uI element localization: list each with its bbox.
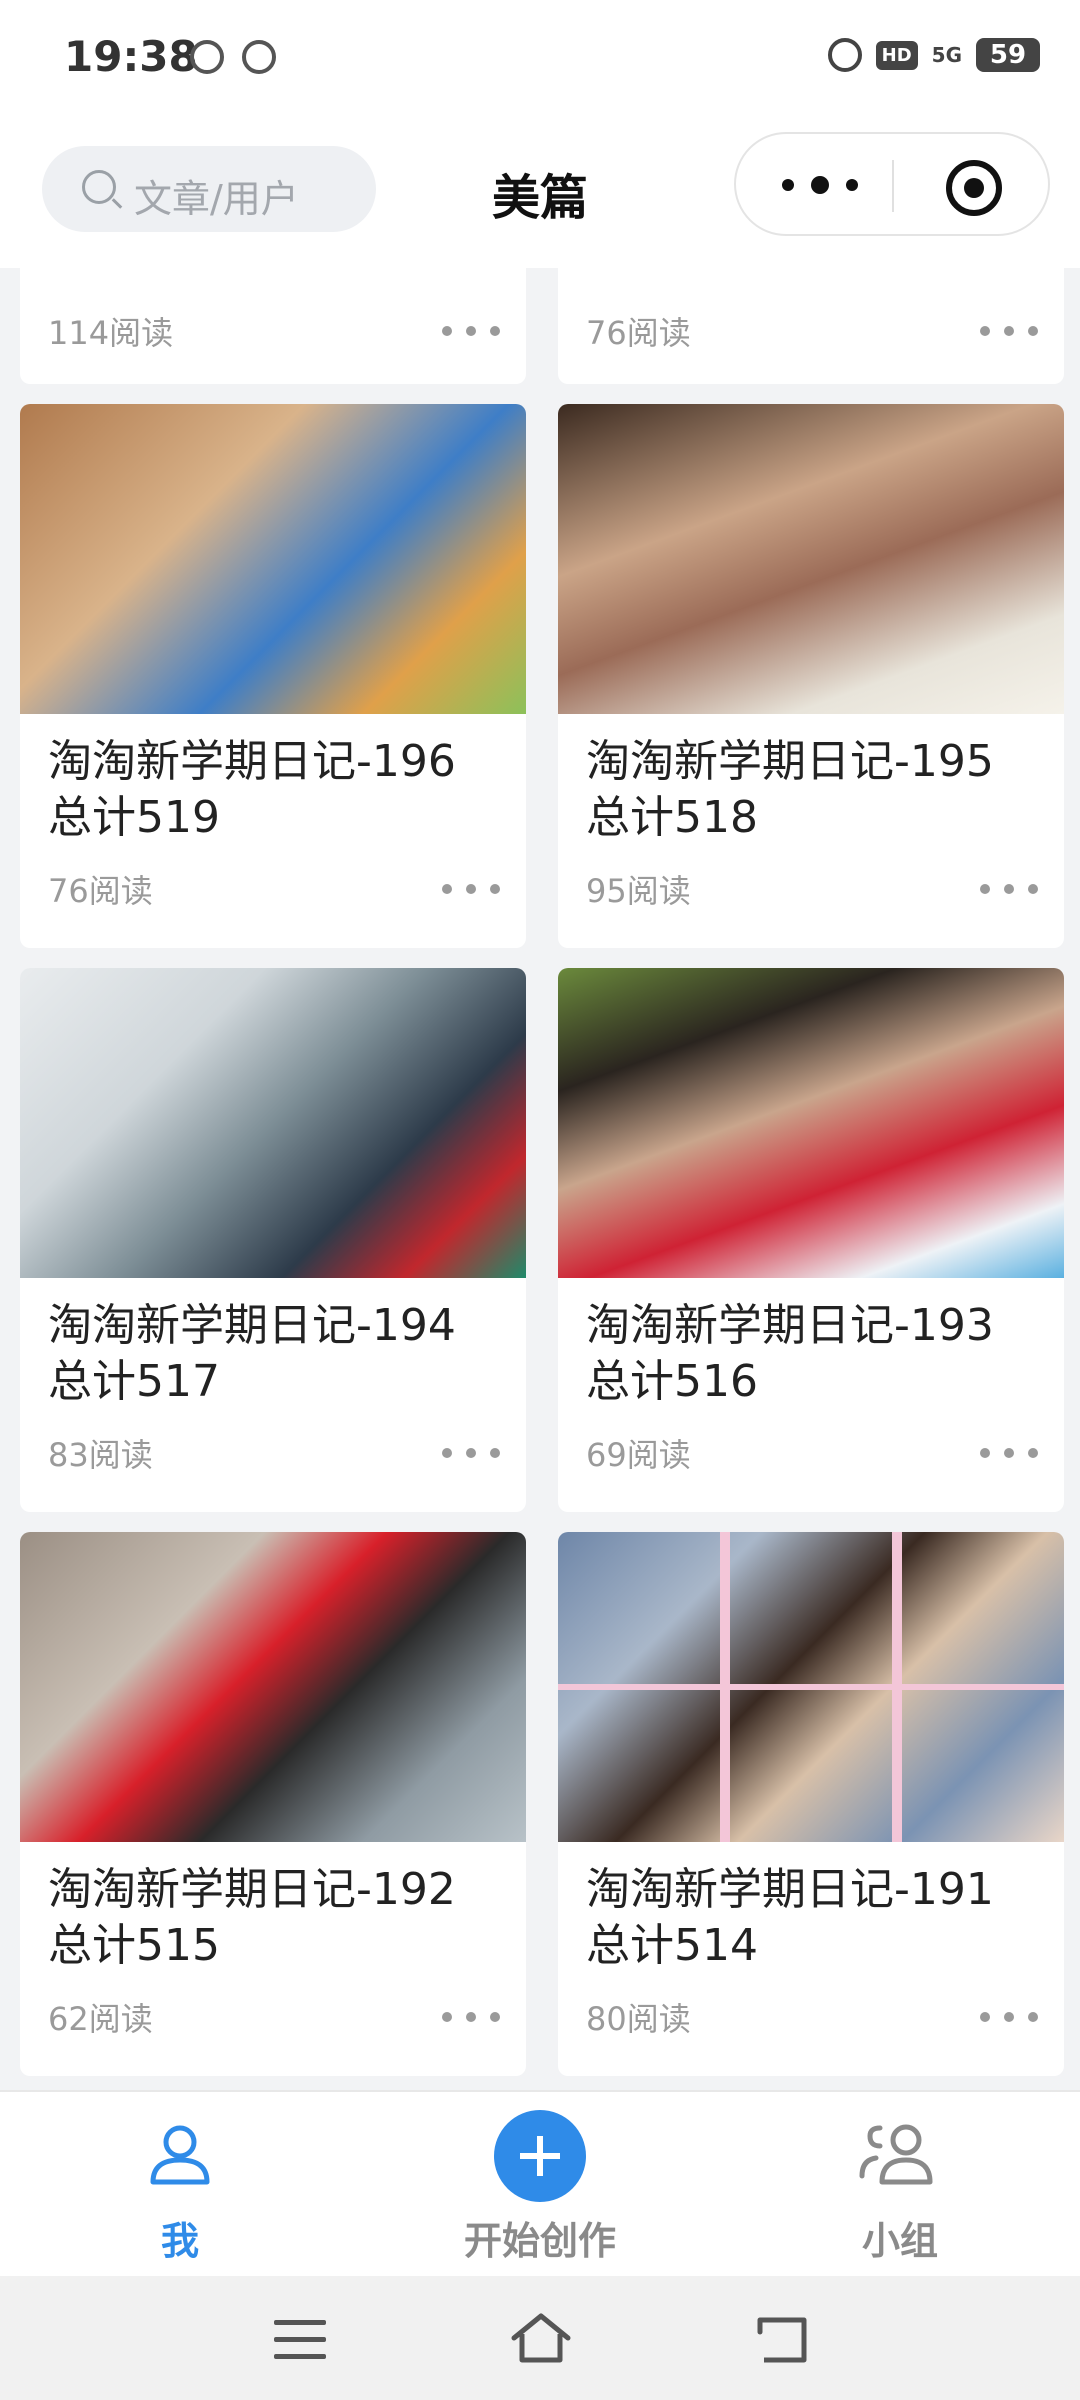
group-icon <box>859 2124 933 2185</box>
alarm-icon <box>827 38 862 72</box>
more-options-icon[interactable] <box>980 884 1038 896</box>
battery-icon: 59 <box>976 38 1040 72</box>
plus-icon <box>494 2110 586 2202</box>
read-count: 114阅读 <box>48 314 174 352</box>
article-title: 淘淘新学期日记-193 总计516 <box>586 1300 994 1407</box>
article-thumbnail <box>20 404 526 714</box>
article-title: 淘淘新学期日记-191 总计514 <box>586 1864 994 1971</box>
article-card[interactable]: 淘淘新学期日记-192 总计515 62阅读 <box>20 1532 526 2076</box>
person-icon <box>150 2125 210 2185</box>
article-title: 淘淘新学期日记-196 总计519 <box>48 736 456 843</box>
read-count: 76阅读 <box>48 872 153 910</box>
article-card[interactable]: 淘淘新学期日记-196 总计519 76阅读 <box>20 404 526 948</box>
mini-program-capsule <box>734 132 1050 236</box>
more-options-icon[interactable] <box>442 1448 500 1460</box>
article-card[interactable]: 淘淘新学期日记-191 总计514 80阅读 <box>558 1532 1064 2076</box>
article-thumbnail <box>558 968 1064 1278</box>
back-icon[interactable] <box>752 2312 812 2366</box>
article-card-partial[interactable]: 76阅读 <box>558 268 1064 384</box>
article-card[interactable]: 淘淘新学期日记-195 总计518 95阅读 <box>558 404 1064 948</box>
more-options-icon[interactable] <box>980 2012 1038 2024</box>
read-count: 62阅读 <box>48 2000 153 2038</box>
tab-label: 我 <box>160 2219 199 2263</box>
article-thumbnail <box>20 1532 526 1842</box>
status-indicators: HD 5G 59 <box>827 38 1040 72</box>
tab-me[interactable]: 我 <box>60 2092 300 2278</box>
more-options-icon[interactable] <box>442 2012 500 2024</box>
app-icon <box>242 40 276 74</box>
article-card-partial[interactable]: 114阅读 <box>20 268 526 384</box>
read-count: 80阅读 <box>586 2000 691 2038</box>
article-card[interactable]: 淘淘新学期日记-194 总计517 83阅读 <box>20 968 526 1512</box>
status-bar: 19:38 HD 5G 59 <box>0 0 1080 118</box>
home-icon[interactable] <box>508 2310 574 2366</box>
article-card[interactable]: 淘淘新学期日记-193 总计516 69阅读 <box>558 968 1064 1512</box>
more-options-icon[interactable] <box>442 326 500 338</box>
bottom-tab-bar: 我 开始创作 小组 <box>0 2090 1080 2276</box>
tab-label: 小组 <box>861 2219 938 2263</box>
article-title: 淘淘新学期日记-195 总计518 <box>586 736 994 843</box>
read-count: 95阅读 <box>586 872 691 910</box>
status-time: 19:38 <box>64 32 198 81</box>
article-title: 淘淘新学期日记-194 总计517 <box>48 1300 456 1407</box>
more-options-icon[interactable] <box>980 1448 1038 1460</box>
more-options-icon[interactable] <box>980 326 1038 338</box>
tab-create[interactable]: 开始创作 <box>420 2092 660 2278</box>
menu-icon[interactable] <box>274 2320 326 2360</box>
more-options-icon[interactable] <box>442 884 500 896</box>
more-menu-button[interactable] <box>782 170 858 200</box>
article-thumbnail <box>558 404 1064 714</box>
app-header: 文章/用户 美篇 <box>0 118 1080 268</box>
close-target-icon[interactable] <box>946 160 1002 216</box>
article-feed[interactable]: 114阅读 76阅读 淘淘新学期日记-196 总计519 76阅读 淘淘新学期日… <box>0 268 1080 2090</box>
article-title: 淘淘新学期日记-192 总计515 <box>48 1864 456 1971</box>
capsule-divider <box>892 160 894 212</box>
article-thumbnail <box>20 968 526 1278</box>
read-count: 69阅读 <box>586 1436 691 1474</box>
tab-group[interactable]: 小组 <box>780 2092 1020 2278</box>
article-thumbnail <box>558 1532 1064 1842</box>
wechat-icon <box>190 40 224 74</box>
read-count: 76阅读 <box>586 314 691 352</box>
signal-icon: 5G <box>931 43 962 67</box>
system-nav-bar <box>0 2276 1080 2400</box>
tab-label: 开始创作 <box>463 2219 616 2263</box>
hd-icon: HD <box>875 40 918 70</box>
read-count: 83阅读 <box>48 1436 153 1474</box>
